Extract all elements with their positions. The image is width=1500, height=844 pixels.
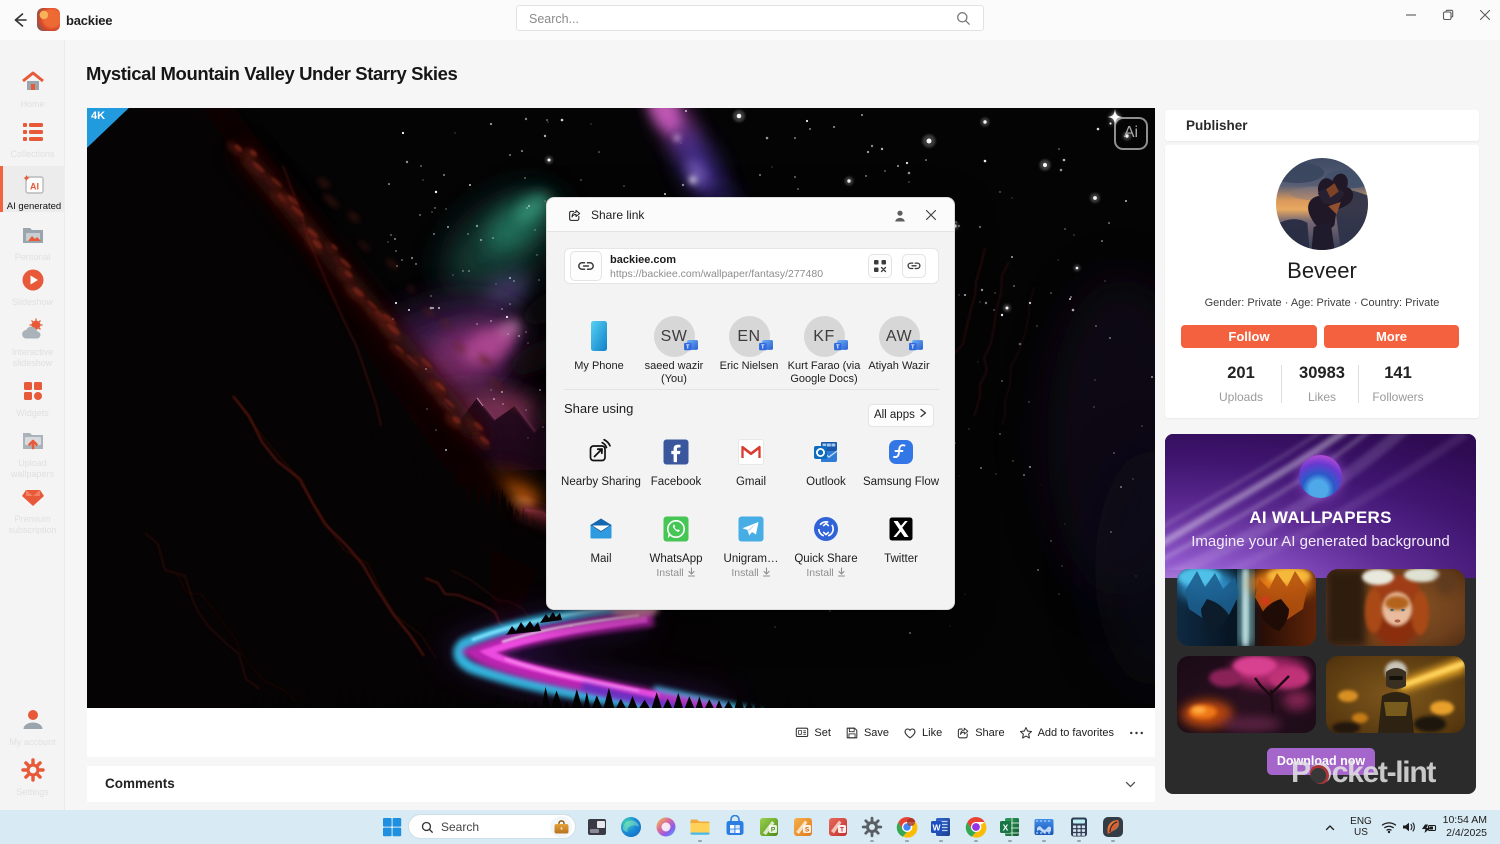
svg-text:AI: AI — [30, 182, 39, 192]
svg-text:P: P — [771, 827, 776, 834]
svg-text:T: T — [840, 827, 844, 834]
svg-text:T: T — [836, 345, 840, 351]
svg-text:S: S — [805, 827, 810, 834]
svg-text:T: T — [911, 345, 915, 351]
svg-text:T: T — [686, 345, 690, 351]
svg-text:T: T — [761, 345, 765, 351]
svg-text:W: W — [932, 823, 941, 833]
svg-text:X: X — [1003, 823, 1009, 833]
